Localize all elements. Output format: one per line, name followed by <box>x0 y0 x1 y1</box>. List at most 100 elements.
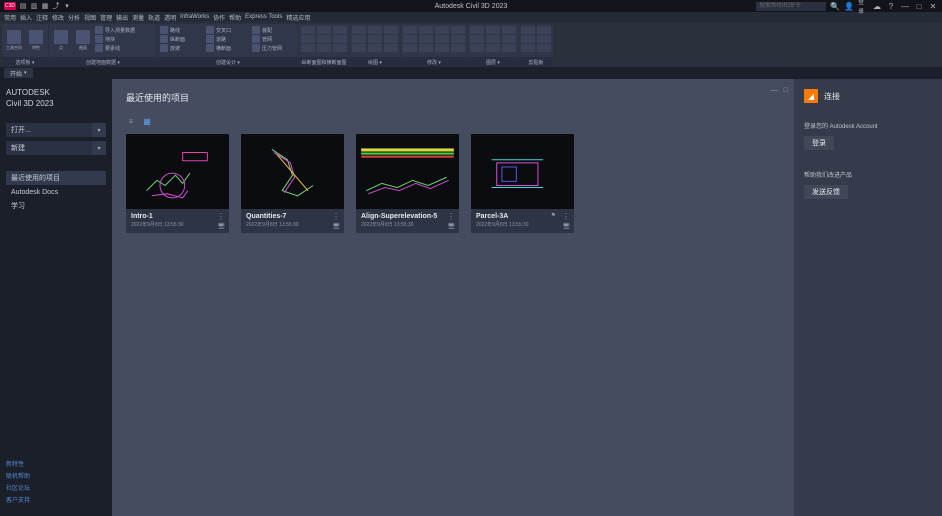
ribbon-button[interactable]: 曲面 <box>73 26 93 54</box>
ribbon-button[interactable]: 道路 <box>206 35 250 43</box>
ribbon-button[interactable] <box>486 35 500 43</box>
ribbon-button[interactable]: 压力管网 <box>252 44 296 52</box>
menu-item[interactable]: InfraWorks <box>180 14 209 20</box>
minimize-icon[interactable]: — <box>900 1 910 11</box>
ribbon-button[interactable] <box>451 35 465 43</box>
ribbon-button[interactable] <box>368 26 382 34</box>
ribbon-button[interactable] <box>333 26 347 34</box>
ribbon-button[interactable] <box>537 44 551 52</box>
new-button[interactable]: 新建 ▾ <box>6 141 106 155</box>
feedback-button[interactable]: 发送反馈 <box>804 185 848 199</box>
ribbon-button[interactable] <box>451 26 465 34</box>
ribbon-button[interactable]: 点 <box>51 26 71 54</box>
menu-item[interactable]: 插入 <box>20 13 32 22</box>
ribbon-button[interactable] <box>317 26 331 34</box>
ribbon-button[interactable] <box>521 35 535 43</box>
ribbon-button[interactable] <box>486 26 500 34</box>
connect-login-button[interactable]: 登录 <box>804 136 834 150</box>
recent-project-card[interactable]: Parcel-3A2022年9月8日 13:55:30⚑⋮🖥 <box>471 134 574 233</box>
menu-item[interactable]: 分析 <box>68 13 80 22</box>
maximize-icon[interactable]: □ <box>914 1 924 11</box>
menu-item[interactable]: 透明 <box>164 13 176 22</box>
recent-project-card[interactable]: Quantities-72022年9月8日 13:55:30⋮🖥 <box>241 134 344 233</box>
menu-item[interactable]: 注释 <box>36 13 48 22</box>
ribbon-button[interactable] <box>317 44 331 52</box>
menu-item[interactable]: 帮助 <box>229 13 241 22</box>
open-dropdown-icon[interactable]: ▾ <box>92 123 106 137</box>
ribbon-button[interactable] <box>403 44 417 52</box>
ribbon-button[interactable] <box>352 44 366 52</box>
recent-project-card[interactable]: Intro-12022年9月8日 13:55:30⋮🖥 <box>126 134 229 233</box>
ribbon-button[interactable] <box>301 44 315 52</box>
qat-open-icon[interactable]: ▥ <box>30 2 38 10</box>
ribbon-button[interactable] <box>352 35 366 43</box>
qat-save-icon[interactable]: ▦ <box>41 2 49 10</box>
ribbon-button[interactable]: 管网 <box>252 35 296 43</box>
menu-item[interactable]: 常用 <box>4 13 16 22</box>
ribbon-button[interactable] <box>333 44 347 52</box>
ribbon-button[interactable]: 装配 <box>252 26 296 34</box>
ribbon-button[interactable]: 要素线 <box>95 44 155 52</box>
ribbon-button[interactable] <box>368 35 382 43</box>
card-menu-icon[interactable]: ⋮ <box>562 212 570 221</box>
menu-item[interactable]: 输出 <box>116 13 128 22</box>
sidebar-footer-link[interactable]: 新特性 <box>6 459 106 468</box>
close-icon[interactable]: ✕ <box>928 1 938 11</box>
ribbon-button[interactable] <box>384 35 398 43</box>
ribbon-button[interactable] <box>470 44 484 52</box>
menu-item[interactable]: 视图 <box>84 13 96 22</box>
recent-project-card[interactable]: Align-Superelevation-52022年9月8日 13:55:30… <box>356 134 459 233</box>
ribbon-button[interactable] <box>435 26 449 34</box>
ribbon-button[interactable] <box>419 44 433 52</box>
ribbon-button[interactable]: 特性 <box>26 26 46 54</box>
ribbon-button[interactable] <box>521 26 535 34</box>
menu-item[interactable]: 精选应用 <box>286 13 310 22</box>
sidebar-footer-link[interactable]: 客户支持 <box>6 495 106 504</box>
ribbon-button[interactable]: 路线 <box>160 26 204 34</box>
ribbon-button[interactable] <box>451 44 465 52</box>
start-tab[interactable]: 开始 ▾ <box>4 68 33 78</box>
ribbon-button[interactable] <box>384 44 398 52</box>
ribbon-button[interactable] <box>486 44 500 52</box>
open-button[interactable]: 打开... ▾ <box>6 123 106 137</box>
ribbon-button[interactable]: 纵断面 <box>160 35 204 43</box>
card-menu-icon[interactable]: ⋮ <box>447 212 455 221</box>
card-menu-icon[interactable]: ⋮ <box>332 212 340 221</box>
ribbon-button[interactable] <box>435 44 449 52</box>
ribbon-button[interactable]: 地块 <box>95 35 155 43</box>
ribbon-button[interactable] <box>384 26 398 34</box>
ribbon-button[interactable] <box>502 35 516 43</box>
qat-new-icon[interactable]: ▤ <box>19 2 27 10</box>
sidebar-footer-link[interactable]: 社区论坛 <box>6 483 106 492</box>
ribbon-button[interactable]: 导入测量数据 <box>95 26 155 34</box>
qat-share-icon[interactable]: ⤴ <box>52 2 60 10</box>
ribbon-button[interactable] <box>537 35 551 43</box>
ribbon-button[interactable] <box>537 26 551 34</box>
sidebar-nav-item[interactable]: 最近使用的项目 <box>6 171 106 185</box>
ribbon-button[interactable] <box>352 26 366 34</box>
menu-item[interactable]: 管理 <box>100 13 112 22</box>
qat-dropdown-icon[interactable]: ▾ <box>63 2 71 10</box>
help-icon[interactable]: ? <box>886 1 896 11</box>
ribbon-button[interactable] <box>403 26 417 34</box>
menu-item[interactable]: 轨道 <box>148 13 160 22</box>
sidebar-nav-item[interactable]: Autodesk Docs <box>6 185 106 199</box>
ribbon-button[interactable] <box>502 44 516 52</box>
help-search-input[interactable] <box>756 2 826 11</box>
card-menu-icon[interactable]: ⋮ <box>217 212 225 221</box>
ribbon-button[interactable] <box>521 44 535 52</box>
sidebar-nav-item[interactable]: 学习 <box>6 199 106 213</box>
search-icon[interactable]: 🔍 <box>830 1 840 11</box>
ribbon-button[interactable]: 横断面 <box>206 44 250 52</box>
ribbon-button[interactable]: 交叉口 <box>206 26 250 34</box>
ribbon-button[interactable] <box>317 35 331 43</box>
ribbon-button[interactable] <box>301 35 315 43</box>
ribbon-button[interactable] <box>470 26 484 34</box>
menu-item[interactable]: 协作 <box>213 13 225 22</box>
login-label[interactable]: 登录 <box>858 1 868 11</box>
ribbon-button[interactable] <box>403 35 417 43</box>
menu-item[interactable]: 测量 <box>132 13 144 22</box>
ribbon-button[interactable] <box>502 26 516 34</box>
ribbon-button[interactable] <box>368 44 382 52</box>
ribbon-button[interactable]: 放坡 <box>160 44 204 52</box>
